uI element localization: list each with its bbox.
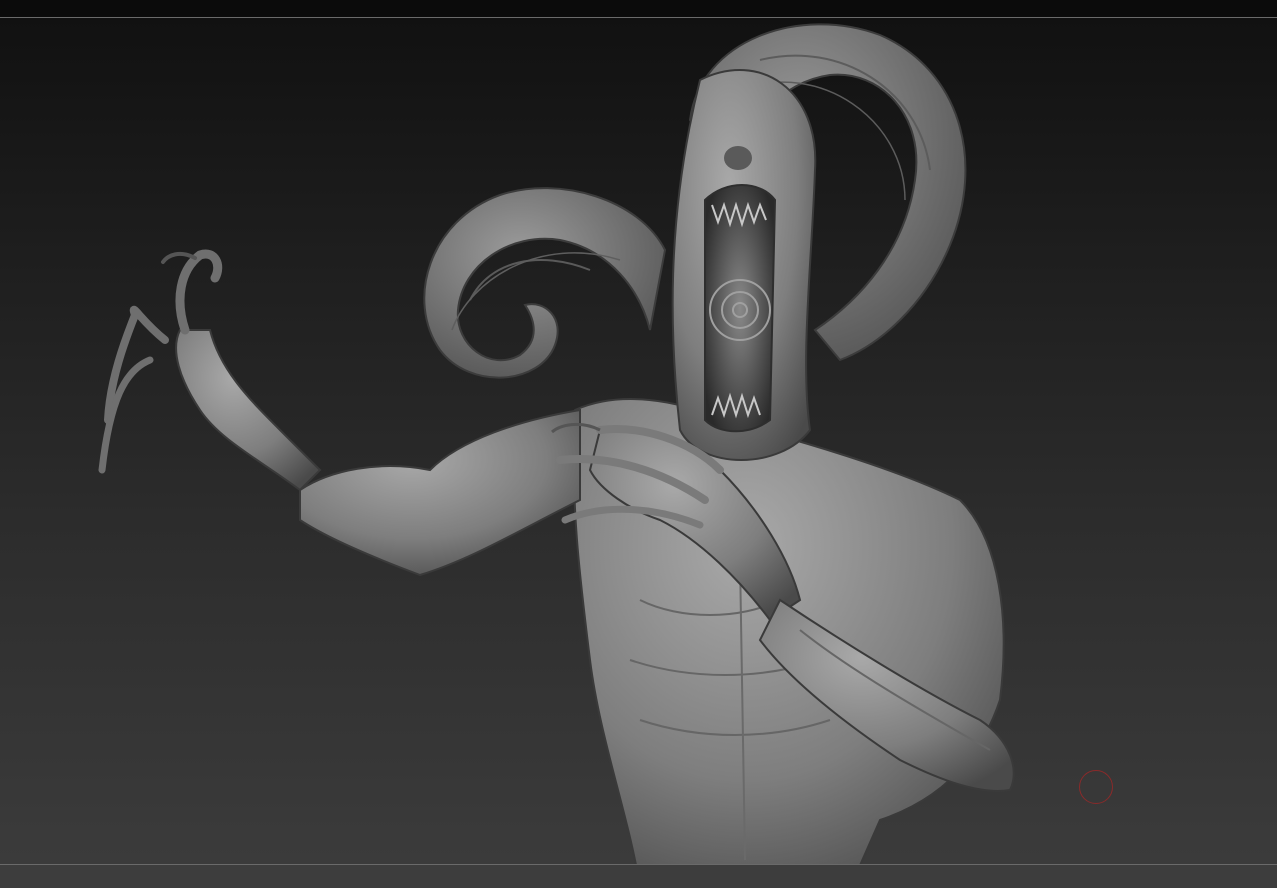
left-horn	[423, 187, 667, 379]
left-arm	[98, 249, 581, 577]
canvas-viewport[interactable]	[0, 0, 1277, 888]
head	[671, 69, 817, 461]
creature-sculpt-icon[interactable]	[0, 0, 1277, 888]
mouth	[704, 184, 777, 433]
nose	[724, 146, 752, 170]
bottom-toolbar-strip	[0, 865, 1277, 888]
brush-cursor-icon	[1079, 770, 1113, 804]
left-hand	[175, 329, 322, 492]
